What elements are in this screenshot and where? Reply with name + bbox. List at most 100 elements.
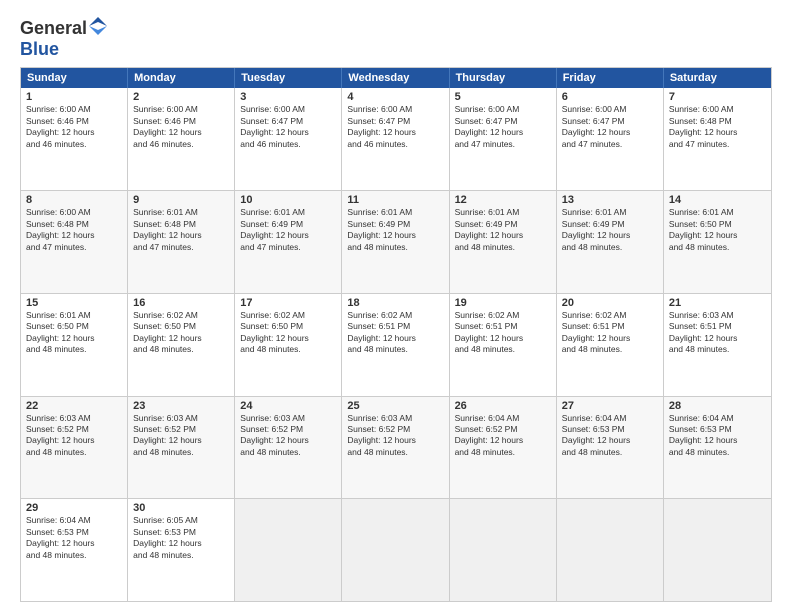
- calendar-cell: 7Sunrise: 6:00 AMSunset: 6:48 PMDaylight…: [664, 88, 771, 190]
- cell-info: Sunrise: 6:03 AMSunset: 6:52 PMDaylight:…: [26, 413, 122, 459]
- header-day-sunday: Sunday: [21, 68, 128, 88]
- cell-info: Sunrise: 6:01 AMSunset: 6:50 PMDaylight:…: [26, 310, 122, 356]
- cell-info: Sunrise: 6:00 AMSunset: 6:48 PMDaylight:…: [26, 207, 122, 253]
- calendar-cell: 24Sunrise: 6:03 AMSunset: 6:52 PMDayligh…: [235, 397, 342, 499]
- day-number: 27: [562, 400, 658, 412]
- calendar-cell: 14Sunrise: 6:01 AMSunset: 6:50 PMDayligh…: [664, 191, 771, 293]
- calendar-cell: 13Sunrise: 6:01 AMSunset: 6:49 PMDayligh…: [557, 191, 664, 293]
- day-number: 13: [562, 194, 658, 206]
- cell-info: Sunrise: 6:01 AMSunset: 6:48 PMDaylight:…: [133, 207, 229, 253]
- day-number: 3: [240, 91, 336, 103]
- calendar-cell: 27Sunrise: 6:04 AMSunset: 6:53 PMDayligh…: [557, 397, 664, 499]
- calendar-cell: 25Sunrise: 6:03 AMSunset: 6:52 PMDayligh…: [342, 397, 449, 499]
- day-number: 9: [133, 194, 229, 206]
- calendar-header: SundayMondayTuesdayWednesdayThursdayFrid…: [21, 68, 771, 88]
- cell-info: Sunrise: 6:01 AMSunset: 6:49 PMDaylight:…: [455, 207, 551, 253]
- day-number: 19: [455, 297, 551, 309]
- day-number: 18: [347, 297, 443, 309]
- calendar-row: 22Sunrise: 6:03 AMSunset: 6:52 PMDayligh…: [21, 396, 771, 499]
- calendar-cell: 16Sunrise: 6:02 AMSunset: 6:50 PMDayligh…: [128, 294, 235, 396]
- day-number: 4: [347, 91, 443, 103]
- calendar-cell: [235, 499, 342, 601]
- cell-info: Sunrise: 6:00 AMSunset: 6:47 PMDaylight:…: [347, 104, 443, 150]
- calendar-row: 29Sunrise: 6:04 AMSunset: 6:53 PMDayligh…: [21, 498, 771, 601]
- cell-info: Sunrise: 6:03 AMSunset: 6:51 PMDaylight:…: [669, 310, 766, 356]
- day-number: 12: [455, 194, 551, 206]
- calendar-cell: 2Sunrise: 6:00 AMSunset: 6:46 PMDaylight…: [128, 88, 235, 190]
- cell-info: Sunrise: 6:03 AMSunset: 6:52 PMDaylight:…: [133, 413, 229, 459]
- day-number: 7: [669, 91, 766, 103]
- cell-info: Sunrise: 6:00 AMSunset: 6:48 PMDaylight:…: [669, 104, 766, 150]
- header-day-thursday: Thursday: [450, 68, 557, 88]
- calendar-cell: [450, 499, 557, 601]
- cell-info: Sunrise: 6:01 AMSunset: 6:49 PMDaylight:…: [562, 207, 658, 253]
- calendar-cell: 8Sunrise: 6:00 AMSunset: 6:48 PMDaylight…: [21, 191, 128, 293]
- cell-info: Sunrise: 6:02 AMSunset: 6:51 PMDaylight:…: [562, 310, 658, 356]
- cell-info: Sunrise: 6:04 AMSunset: 6:53 PMDaylight:…: [669, 413, 766, 459]
- calendar-cell: 28Sunrise: 6:04 AMSunset: 6:53 PMDayligh…: [664, 397, 771, 499]
- calendar-cell: 12Sunrise: 6:01 AMSunset: 6:49 PMDayligh…: [450, 191, 557, 293]
- header: General Blue: [20, 18, 772, 59]
- day-number: 16: [133, 297, 229, 309]
- cell-info: Sunrise: 6:05 AMSunset: 6:53 PMDaylight:…: [133, 515, 229, 561]
- calendar-cell: 21Sunrise: 6:03 AMSunset: 6:51 PMDayligh…: [664, 294, 771, 396]
- cell-info: Sunrise: 6:00 AMSunset: 6:46 PMDaylight:…: [133, 104, 229, 150]
- calendar-body: 1Sunrise: 6:00 AMSunset: 6:46 PMDaylight…: [21, 88, 771, 601]
- calendar-cell: 30Sunrise: 6:05 AMSunset: 6:53 PMDayligh…: [128, 499, 235, 601]
- header-day-tuesday: Tuesday: [235, 68, 342, 88]
- calendar-cell: [664, 499, 771, 601]
- cell-info: Sunrise: 6:01 AMSunset: 6:50 PMDaylight:…: [669, 207, 766, 253]
- logo: General Blue: [20, 18, 107, 59]
- day-number: 5: [455, 91, 551, 103]
- day-number: 2: [133, 91, 229, 103]
- calendar-row: 15Sunrise: 6:01 AMSunset: 6:50 PMDayligh…: [21, 293, 771, 396]
- calendar-row: 1Sunrise: 6:00 AMSunset: 6:46 PMDaylight…: [21, 88, 771, 190]
- cell-info: Sunrise: 6:02 AMSunset: 6:51 PMDaylight:…: [455, 310, 551, 356]
- day-number: 11: [347, 194, 443, 206]
- cell-info: Sunrise: 6:00 AMSunset: 6:47 PMDaylight:…: [455, 104, 551, 150]
- calendar-row: 8Sunrise: 6:00 AMSunset: 6:48 PMDaylight…: [21, 190, 771, 293]
- calendar-cell: 29Sunrise: 6:04 AMSunset: 6:53 PMDayligh…: [21, 499, 128, 601]
- cell-info: Sunrise: 6:02 AMSunset: 6:50 PMDaylight:…: [133, 310, 229, 356]
- header-day-saturday: Saturday: [664, 68, 771, 88]
- cell-info: Sunrise: 6:00 AMSunset: 6:47 PMDaylight:…: [240, 104, 336, 150]
- header-day-monday: Monday: [128, 68, 235, 88]
- cell-info: Sunrise: 6:00 AMSunset: 6:46 PMDaylight:…: [26, 104, 122, 150]
- calendar-cell: 18Sunrise: 6:02 AMSunset: 6:51 PMDayligh…: [342, 294, 449, 396]
- day-number: 8: [26, 194, 122, 206]
- calendar-cell: 11Sunrise: 6:01 AMSunset: 6:49 PMDayligh…: [342, 191, 449, 293]
- cell-info: Sunrise: 6:04 AMSunset: 6:53 PMDaylight:…: [562, 413, 658, 459]
- day-number: 10: [240, 194, 336, 206]
- day-number: 21: [669, 297, 766, 309]
- cell-info: Sunrise: 6:01 AMSunset: 6:49 PMDaylight:…: [240, 207, 336, 253]
- cell-info: Sunrise: 6:04 AMSunset: 6:53 PMDaylight:…: [26, 515, 122, 561]
- cell-info: Sunrise: 6:02 AMSunset: 6:50 PMDaylight:…: [240, 310, 336, 356]
- calendar-cell: 6Sunrise: 6:00 AMSunset: 6:47 PMDaylight…: [557, 88, 664, 190]
- calendar-cell: 22Sunrise: 6:03 AMSunset: 6:52 PMDayligh…: [21, 397, 128, 499]
- calendar-cell: 17Sunrise: 6:02 AMSunset: 6:50 PMDayligh…: [235, 294, 342, 396]
- day-number: 14: [669, 194, 766, 206]
- calendar-cell: 4Sunrise: 6:00 AMSunset: 6:47 PMDaylight…: [342, 88, 449, 190]
- calendar-cell: 15Sunrise: 6:01 AMSunset: 6:50 PMDayligh…: [21, 294, 128, 396]
- day-number: 15: [26, 297, 122, 309]
- page: General Blue SundayMondayTuesdayWednesda…: [0, 0, 792, 612]
- calendar: SundayMondayTuesdayWednesdayThursdayFrid…: [20, 67, 772, 602]
- calendar-cell: 1Sunrise: 6:00 AMSunset: 6:46 PMDaylight…: [21, 88, 128, 190]
- day-number: 28: [669, 400, 766, 412]
- day-number: 30: [133, 502, 229, 514]
- calendar-cell: [557, 499, 664, 601]
- calendar-cell: 20Sunrise: 6:02 AMSunset: 6:51 PMDayligh…: [557, 294, 664, 396]
- day-number: 25: [347, 400, 443, 412]
- cell-info: Sunrise: 6:00 AMSunset: 6:47 PMDaylight:…: [562, 104, 658, 150]
- calendar-cell: 26Sunrise: 6:04 AMSunset: 6:52 PMDayligh…: [450, 397, 557, 499]
- cell-info: Sunrise: 6:03 AMSunset: 6:52 PMDaylight:…: [347, 413, 443, 459]
- calendar-cell: 3Sunrise: 6:00 AMSunset: 6:47 PMDaylight…: [235, 88, 342, 190]
- cell-info: Sunrise: 6:04 AMSunset: 6:52 PMDaylight:…: [455, 413, 551, 459]
- day-number: 26: [455, 400, 551, 412]
- day-number: 17: [240, 297, 336, 309]
- header-day-friday: Friday: [557, 68, 664, 88]
- cell-info: Sunrise: 6:02 AMSunset: 6:51 PMDaylight:…: [347, 310, 443, 356]
- day-number: 24: [240, 400, 336, 412]
- day-number: 1: [26, 91, 122, 103]
- calendar-cell: 5Sunrise: 6:00 AMSunset: 6:47 PMDaylight…: [450, 88, 557, 190]
